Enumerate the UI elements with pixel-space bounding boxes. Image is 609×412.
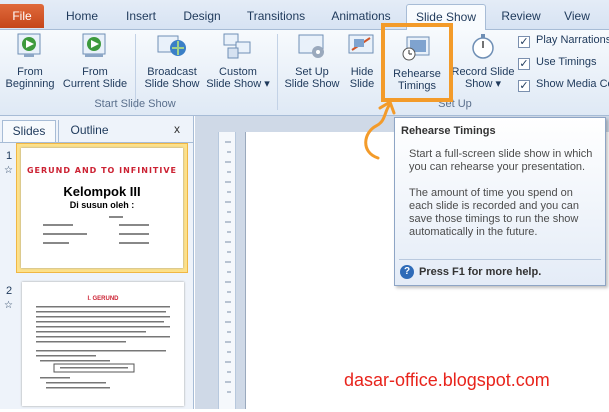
ruler-ticks: [225, 141, 231, 393]
watermark-text: dasar-office.blogspot.com: [344, 370, 550, 390]
tab-home[interactable]: Home: [57, 6, 107, 30]
broadcast-label-1: Broadcast: [147, 66, 197, 78]
tooltip-body: Start a full-screen slide show in which …: [409, 148, 599, 239]
slide-thumbnail-2[interactable]: I. GERUND: [22, 282, 184, 406]
group-separator: [277, 34, 278, 110]
custom-label-2: Slide Show ▾: [206, 78, 270, 90]
tab-outline[interactable]: Outline: [58, 120, 120, 142]
play-narrations-checkbox[interactable]: ✓ Play Narrations: [518, 34, 609, 48]
ribbon: From Beginning From Current Slide Broadc…: [0, 30, 609, 116]
slide-2-title: I. GERUND: [87, 296, 119, 302]
tab-slides[interactable]: Slides: [2, 120, 56, 142]
hide-label-1: Hide: [350, 66, 374, 78]
checkmark-icon: ✓: [518, 36, 530, 48]
tab-view[interactable]: View: [558, 6, 596, 30]
tooltip-paragraph-2: The amount of time you spend on each sli…: [409, 187, 579, 238]
tab-insert[interactable]: Insert: [117, 6, 165, 30]
custom-slide-show-button[interactable]: Custom Slide Show ▾: [205, 32, 271, 90]
broadcast-label-2: Slide Show: [144, 78, 200, 90]
broadcast-icon: [157, 35, 186, 56]
tooltip-help-text: Press F1 for more help.: [419, 266, 542, 278]
set-up-slide-show-button[interactable]: Set Up Slide Show: [281, 32, 343, 90]
custom-slide-show-icon: [223, 33, 251, 59]
from-current-slide-button[interactable]: From Current Slide: [60, 32, 130, 90]
tab-file[interactable]: File: [0, 4, 44, 28]
use-timings-checkbox[interactable]: ✓ Use Timings: [518, 56, 597, 70]
star-transition-icon: ☆: [4, 300, 13, 311]
from-beginning-icon: [17, 33, 41, 57]
slide-number-2: 2: [6, 285, 13, 297]
close-panel-icon[interactable]: x: [174, 122, 180, 136]
hide-slide-button[interactable]: Hide Slide: [345, 32, 379, 90]
tooltip-paragraph-1: Start a full-screen slide show in which …: [409, 148, 593, 173]
checkmark-icon: ✓: [518, 80, 530, 92]
slide-1: GERUND AND TO INFINITIVE Kelompok III Di…: [21, 148, 183, 268]
slide-number-1: 1: [6, 150, 13, 162]
set-up-slide-show-icon: [298, 34, 324, 58]
from-current-slide-icon: [82, 33, 106, 57]
use-timings-label: Use Timings: [536, 56, 597, 68]
checkmark-icon: ✓: [518, 58, 530, 70]
group-label-start-slide-show: Start Slide Show: [94, 98, 176, 110]
from-beginning-button[interactable]: From Beginning: [2, 32, 58, 90]
tooltip-divider: [399, 259, 601, 260]
record-stopwatch-icon: [472, 34, 494, 59]
slide-thumbnail-1-selected[interactable]: GERUND AND TO INFINITIVE Kelompok III Di…: [16, 143, 188, 273]
play-narrations-label: Play Narrations: [536, 34, 609, 46]
hide-label-2: Slide: [349, 78, 375, 90]
from-beginning-label-2: Beginning: [5, 78, 55, 90]
record-label-2: Show ▾: [464, 78, 502, 90]
slide-1-group: Kelompok III: [63, 184, 141, 199]
broadcast-slide-show-button[interactable]: Broadcast Slide Show: [140, 32, 204, 90]
record-label-1: Record Slide: [451, 66, 515, 78]
rehearse-timings-highlight: [381, 23, 453, 102]
vertical-ruler: [218, 132, 236, 409]
slide-1-title: GERUND AND TO INFINITIVE: [26, 166, 178, 175]
tab-transitions[interactable]: Transitions: [240, 6, 312, 30]
custom-label-1: Custom: [219, 66, 257, 78]
record-slide-show-button[interactable]: Record Slide Show ▾: [450, 32, 516, 90]
tab-design[interactable]: Design: [176, 6, 228, 30]
slide-1-byline: Di susun oleh :: [69, 200, 135, 210]
from-current-label-2: Current Slide: [62, 78, 128, 90]
ribbon-tab-bar: File Home Insert Design Transitions Anim…: [0, 0, 609, 31]
from-current-label-1: From: [82, 66, 108, 78]
rehearse-timings-tooltip: Rehearse Timings Start a full-screen sli…: [394, 117, 606, 286]
slide-2-body-text: [36, 306, 170, 389]
set-up-label-2: Slide Show: [284, 78, 340, 90]
tooltip-title: Rehearse Timings: [401, 125, 496, 137]
star-transition-icon: ☆: [4, 165, 13, 176]
tab-review[interactable]: Review: [497, 6, 545, 30]
show-media-controls-label: Show Media Co: [536, 78, 609, 90]
from-beginning-label-1: From: [17, 66, 43, 78]
set-up-label-1: Set Up: [295, 66, 329, 78]
slide-1-names-table: [43, 216, 149, 244]
show-media-controls-checkbox[interactable]: ✓ Show Media Co: [518, 78, 609, 92]
hide-slide-icon: [348, 34, 374, 54]
help-icon: ?: [400, 265, 414, 279]
